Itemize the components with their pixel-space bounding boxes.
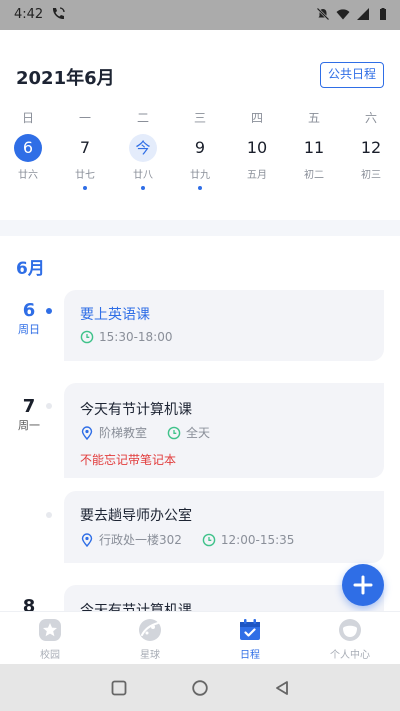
planet-icon bbox=[139, 619, 161, 641]
tab-profile[interactable]: 个人中心 bbox=[300, 612, 400, 664]
calendar-month-title: 2021年6月 bbox=[16, 68, 115, 89]
schedule-month-label: 6月 bbox=[16, 259, 45, 279]
tab-schedule[interactable]: 日程 bbox=[200, 612, 300, 664]
home-icon[interactable] bbox=[191, 679, 209, 697]
day-number: 今 bbox=[129, 134, 157, 162]
event-location: 阶梯教室 bbox=[99, 426, 148, 440]
event-indicator-dot bbox=[83, 186, 87, 190]
system-navigation-bar bbox=[0, 664, 400, 711]
day-weekday: 一 bbox=[78, 111, 91, 125]
day-number: 12 bbox=[360, 138, 382, 157]
event-time: 15:30-18:00 bbox=[80, 330, 173, 344]
event-note: 不能忘记带笔记本 bbox=[80, 453, 177, 467]
calendar-check-icon bbox=[240, 619, 260, 640]
plus-icon bbox=[353, 575, 373, 595]
event-title: 要去趟导师办公室 bbox=[80, 508, 192, 524]
day-weekday: 四 bbox=[250, 111, 263, 125]
add-schedule-button[interactable] bbox=[342, 564, 384, 606]
event-indicator-dot bbox=[26, 186, 30, 190]
event-title: 要上英语课 bbox=[80, 307, 150, 323]
day-lunar: 廿六 bbox=[18, 170, 38, 181]
calendar-day-3[interactable]: 三 9 廿九 bbox=[180, 110, 220, 190]
timeline-dot bbox=[46, 308, 52, 314]
event-card-advisor[interactable]: 要去趟导师办公室 行政处一楼302 12:00-15:35 bbox=[64, 491, 384, 563]
day-lunar: 廿九 bbox=[190, 170, 210, 181]
clock-icon bbox=[167, 426, 181, 439]
wifi-icon bbox=[336, 9, 350, 20]
status-time: 4:42 bbox=[14, 7, 44, 22]
date-weekday: 周一 bbox=[18, 419, 40, 432]
tab-campus[interactable]: 校园 bbox=[0, 612, 100, 664]
date-number: 6 bbox=[22, 300, 36, 321]
signal-icon bbox=[357, 8, 369, 20]
calendar-day-5[interactable]: 五 11 初二 bbox=[294, 110, 334, 190]
day-weekday: 三 bbox=[193, 111, 206, 125]
location-pin-icon bbox=[81, 532, 93, 547]
public-schedule-button[interactable]: 公共日程 bbox=[320, 62, 384, 88]
calendar-day-4[interactable]: 四 10 五月 bbox=[237, 110, 277, 190]
mute-bell-icon bbox=[316, 7, 330, 21]
bottom-tab-bar: 校园 星球 日程 个人中心 bbox=[0, 611, 400, 664]
day-number: 11 bbox=[303, 138, 325, 157]
day-weekday: 二 bbox=[136, 111, 149, 125]
day-number: 7 bbox=[79, 138, 91, 157]
tab-planet[interactable]: 星球 bbox=[100, 612, 200, 664]
schedule-list: 6月 6 周日 要上英语课 15:30-18:00 7 周一 今天有节计算机课 … bbox=[0, 236, 400, 616]
event-indicator-dot bbox=[141, 186, 145, 190]
day-weekday: 六 bbox=[364, 111, 377, 125]
week-strip: 日 6 廿六 一 7 廿七 二今廿八 三 9 廿九 四 10 五月 五 11 初二 六 12 初三 bbox=[0, 110, 400, 190]
clock-icon bbox=[80, 330, 94, 344]
location-pin-icon bbox=[81, 425, 93, 440]
wifi-calling-icon bbox=[52, 7, 65, 20]
date-label-6: 6 周日 bbox=[12, 300, 46, 338]
event-location: 行政处一楼302 bbox=[99, 533, 182, 547]
event-meta: 阶梯教室 全天 bbox=[80, 424, 210, 441]
campus-star-icon bbox=[39, 619, 61, 641]
calendar-day-6[interactable]: 六 12 初三 bbox=[351, 110, 391, 190]
day-lunar: 廿八 bbox=[133, 170, 153, 181]
day-number: 9 bbox=[194, 138, 206, 157]
day-lunar: 初三 bbox=[361, 170, 381, 181]
back-icon[interactable] bbox=[273, 679, 291, 697]
timeline-dot bbox=[46, 403, 52, 409]
day-lunar: 五月 bbox=[247, 170, 267, 181]
date-weekday: 周日 bbox=[18, 323, 40, 336]
event-indicator-dot bbox=[312, 186, 316, 190]
event-title: 今天有节计算机课 bbox=[80, 402, 192, 418]
event-indicator-dot bbox=[255, 186, 259, 190]
clock-icon bbox=[202, 533, 216, 546]
event-time: 12:00-15:35 bbox=[220, 532, 295, 547]
battery-icon bbox=[380, 8, 386, 20]
date-label-7: 7 周一 bbox=[12, 396, 46, 434]
calendar-header: 2021年6月 公共日程 日 6 廿六 一 7 廿七 二今廿八 三 9 廿九 四 10 五月 五 11 初二 六… bbox=[0, 30, 400, 220]
event-indicator-dot bbox=[198, 186, 202, 190]
timeline-dot bbox=[46, 512, 52, 518]
day-number: 10 bbox=[246, 138, 268, 157]
status-bar: 4:42 bbox=[0, 0, 400, 30]
profile-face-icon bbox=[339, 619, 361, 641]
day-lunar: 初二 bbox=[304, 170, 324, 181]
event-time: 全天 bbox=[186, 426, 211, 440]
calendar-day-2[interactable]: 二今廿八 bbox=[123, 110, 163, 190]
status-icons bbox=[316, 7, 390, 21]
day-weekday: 五 bbox=[307, 111, 320, 125]
day-number: 6 bbox=[14, 134, 42, 162]
event-card-english[interactable]: 要上英语课 15:30-18:00 bbox=[64, 290, 384, 361]
recent-apps-icon[interactable] bbox=[110, 679, 128, 697]
event-meta: 行政处一楼302 12:00-15:35 bbox=[80, 531, 294, 548]
day-lunar: 廿七 bbox=[75, 170, 95, 181]
event-indicator-dot bbox=[369, 186, 373, 190]
event-card-computer[interactable]: 今天有节计算机课 阶梯教室 全天 不能忘记带笔记本 bbox=[64, 383, 384, 478]
day-weekday: 日 bbox=[21, 111, 34, 125]
date-number: 7 bbox=[22, 396, 36, 417]
calendar-day-1[interactable]: 一 7 廿七 bbox=[65, 110, 105, 190]
calendar-day-0[interactable]: 日 6 廿六 bbox=[8, 110, 48, 190]
